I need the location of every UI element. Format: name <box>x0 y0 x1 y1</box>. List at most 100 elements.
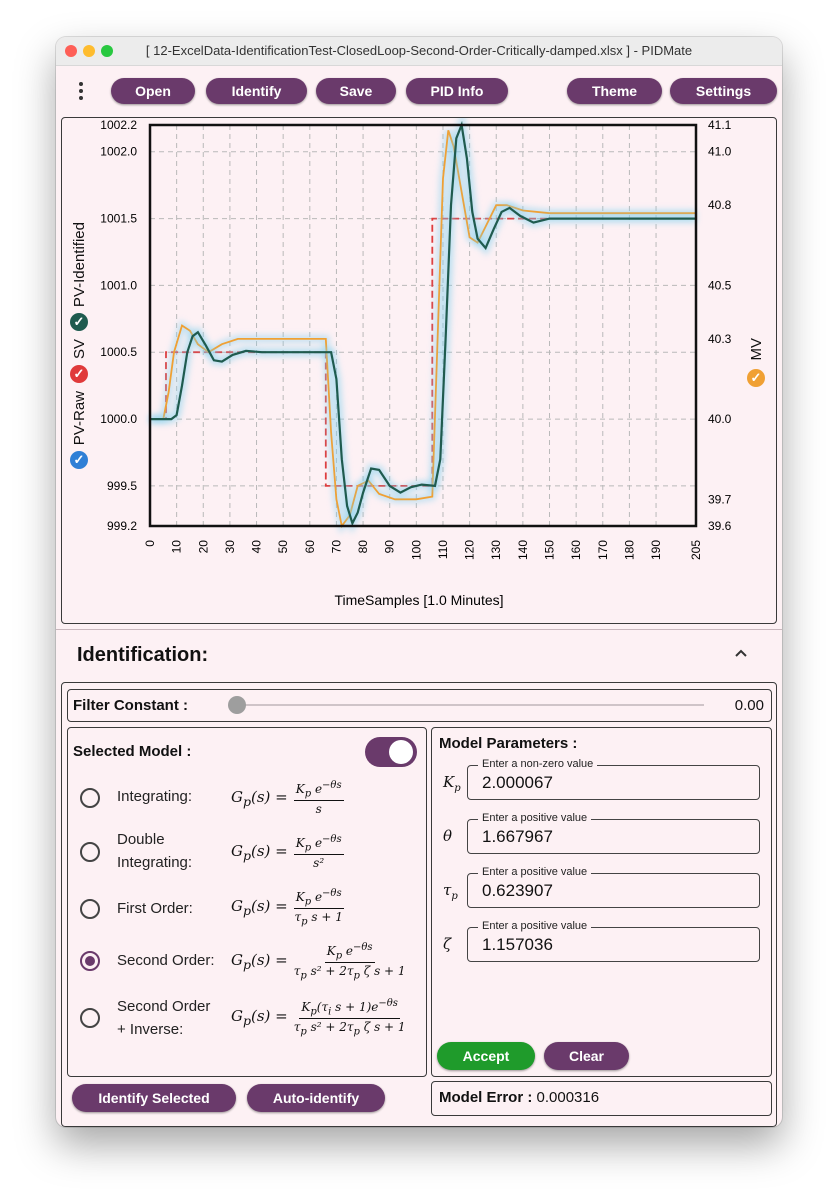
radio-second-order[interactable] <box>80 951 100 971</box>
title-bar: [ 12-ExcelData-IdentificationTest-Closed… <box>56 37 782 66</box>
param-symbol: ζ <box>443 935 452 953</box>
filter-constant-label: Filter Constant : <box>73 697 188 714</box>
pid-info-button[interactable]: PID Info <box>406 78 508 104</box>
model-label-second-order: Second Order: <box>117 952 215 969</box>
y-left-tick-label: 1000.5 <box>100 345 137 359</box>
x-tick-label: 180 <box>622 540 636 560</box>
x-tick-label: 90 <box>383 540 397 554</box>
accept-button[interactable]: Accept <box>437 1042 535 1070</box>
series-mv-line <box>150 130 696 529</box>
model-error-label: Model Error : <box>439 1089 533 1106</box>
filter-constant-value: 0.00 <box>734 697 764 714</box>
x-tick-label: 30 <box>223 540 237 554</box>
x-tick-label: 170 <box>596 540 610 560</box>
series-pv-identified-glow <box>150 118 696 535</box>
y-right-tick-label: 41.1 <box>708 118 732 132</box>
param-input[interactable]: Enter a positive value 1.157036 <box>467 920 760 962</box>
model-error: Model Error : 0.000316 <box>439 1089 599 1106</box>
process-chart: 0 10 20 30 40 50 60 70 80 90 100 110 120 130 140 150 160… <box>100 118 732 608</box>
x-tick-label: 80 <box>356 540 370 554</box>
radio-double-integrating[interactable] <box>80 842 100 862</box>
model-error-value: 0.000316 <box>536 1089 600 1106</box>
x-tick-label: 100 <box>409 540 423 560</box>
plot-frame <box>148 123 698 528</box>
y-left-tick-label: 999.5 <box>107 479 137 493</box>
y-right-tick-label: 39.6 <box>708 519 732 533</box>
param-input-hint: Enter a positive value <box>478 920 592 932</box>
model-label-first-order: First Order: <box>117 900 193 917</box>
x-tick-label: 50 <box>276 540 290 554</box>
model-toggle[interactable] <box>365 737 417 767</box>
y-right-tick-label: 40.8 <box>708 198 732 212</box>
y-left-tick-label: 1002.2 <box>100 118 137 132</box>
selected-model-title: Selected Model : <box>73 743 192 760</box>
y-left-tick-label: 1001.0 <box>100 278 137 292</box>
y-left-tick-label: 999.2 <box>107 519 137 533</box>
y-left-tick-label: 1001.5 <box>100 212 137 226</box>
chart-grid <box>149 124 697 527</box>
model-label-integrating: Integrating: <box>117 788 193 805</box>
x-axis-label: TimeSamples [1.0 Minutes] <box>334 592 503 608</box>
x-tick-label: 130 <box>489 540 503 560</box>
kebab-menu-icon[interactable] <box>78 82 84 100</box>
x-tick-label: 160 <box>569 540 583 560</box>
param-symbol: θ <box>443 827 453 845</box>
x-tick-label: 120 <box>463 540 477 560</box>
radio-integrating[interactable] <box>80 788 100 808</box>
chart-panel: PV-Identified ✓ SV ✓ PV-Raw ✓ MV ✓ 0 10 20… <box>61 117 777 624</box>
chevron-up-icon[interactable] <box>733 645 749 661</box>
y-right-tick-label: 40.3 <box>708 332 732 346</box>
y-right-tick-label: 41.0 <box>708 145 732 159</box>
settings-button[interactable]: Settings <box>670 78 777 104</box>
theme-button[interactable]: Theme <box>567 78 662 104</box>
filter-slider-thumb[interactable] <box>228 696 246 714</box>
window-title: [ 12-ExcelData-IdentificationTest-Closed… <box>145 43 693 58</box>
chart-series <box>150 118 696 535</box>
model-parameters-title: Model Parameters : <box>439 735 578 752</box>
param-symbol: Kp <box>443 773 461 794</box>
transfer-function-formula: Gp(s) = Kp e−θs τp s + 1 <box>231 888 344 928</box>
x-tick-label: 150 <box>543 540 557 560</box>
x-tick-label: 40 <box>250 540 264 554</box>
transfer-function-formula: Gp(s) = Kp e−θs s² <box>231 834 344 871</box>
auto-identify-button[interactable]: Auto-identify <box>247 1084 385 1112</box>
series-mv-glow <box>150 129 696 535</box>
open-button[interactable]: Open <box>111 78 195 104</box>
x-tick-label: 205 <box>689 540 703 560</box>
model-label-double-integrating: Double Integrating: <box>117 831 193 871</box>
param-input[interactable]: Enter a positive value 1.667967 <box>467 812 760 854</box>
param-input-hint: Enter a positive value <box>478 866 592 878</box>
param-input[interactable]: Enter a non-zero value 2.000067 <box>467 758 760 800</box>
transfer-function-formula: Gp(s) = Kp(τi s + 1)e−θs τp s² + 2τp ζ s +… <box>231 998 406 1038</box>
filter-slider-track[interactable] <box>237 704 704 706</box>
y-right-tick-label: 40.5 <box>708 278 732 292</box>
clear-button[interactable]: Clear <box>544 1042 629 1070</box>
series-pv-identified-line <box>150 120 696 527</box>
identify-selected-button[interactable]: Identify Selected <box>72 1084 236 1112</box>
transfer-function-formula: Gp(s) = Kp e−θs τp s² + 2τp ζ s + 1 <box>231 942 406 982</box>
x-tick-label: 10 <box>170 540 184 554</box>
y-right-tick-label: 40.0 <box>708 412 732 426</box>
model-label-second-order-inverse: Second Order + Inverse: <box>117 998 211 1038</box>
identify-button[interactable]: Identify <box>206 78 307 104</box>
transfer-function-formula: Gp(s) = Kp e−θs s <box>231 780 344 817</box>
section-divider <box>56 629 782 630</box>
identification-title: Identification: <box>77 644 209 666</box>
app-window: [ 12-ExcelData-IdentificationTest-Closed… <box>56 37 782 1127</box>
y-right-tick-label: 39.7 <box>708 492 732 506</box>
x-tick-label: 110 <box>436 540 450 559</box>
radio-first-order[interactable] <box>80 899 100 919</box>
param-input-value: 2.000067 <box>482 773 553 792</box>
param-input[interactable]: Enter a positive value 0.623907 <box>467 866 760 908</box>
radio-second-order-inverse[interactable] <box>80 1008 100 1028</box>
param-input-value: 1.157036 <box>482 935 553 954</box>
save-button[interactable]: Save <box>316 78 396 104</box>
x-tick-label: 190 <box>649 540 663 560</box>
y-left-tick-label: 1000.0 <box>100 412 137 426</box>
y-left-tick-label: 1002.0 <box>100 145 137 159</box>
param-input-value: 0.623907 <box>482 881 553 900</box>
x-tick-label: 20 <box>196 540 210 554</box>
param-input-value: 1.667967 <box>482 827 553 846</box>
param-input-hint: Enter a non-zero value <box>478 758 598 770</box>
x-tick-label: 70 <box>329 540 343 554</box>
